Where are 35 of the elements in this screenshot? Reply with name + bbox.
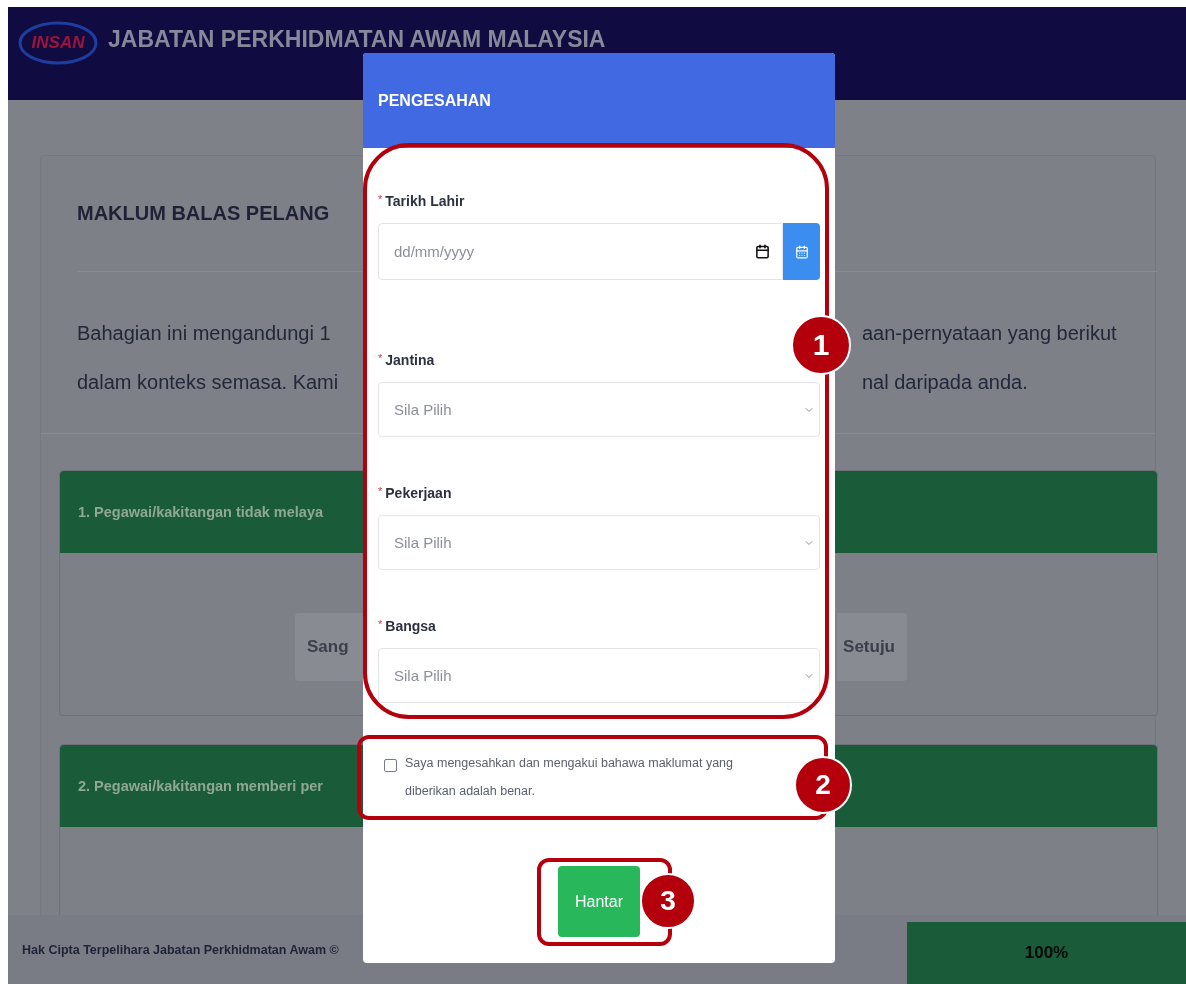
date-field[interactable]: dd/mm/yyyy [378, 223, 783, 280]
select-field[interactable]: Sila Pilih [378, 515, 820, 570]
intro-text: nal daripada anda. [861, 371, 1028, 393]
select-field[interactable]: Sila Pilih [378, 648, 820, 703]
intro-text: Bahagian ini mengandungi 1 [77, 321, 332, 346]
step-badge: 3 [640, 873, 696, 929]
intro-text: aan-pernyataan yang berikut [861, 322, 1117, 344]
calendar-button[interactable] [783, 223, 820, 280]
required-mark: * [378, 352, 383, 364]
calendar-icon[interactable] [755, 244, 770, 259]
question-title: 1. Pegawai/kakitangan tidak melaya [77, 504, 323, 520]
consent-text: Saya mengesahkan dan mengakui bahawa maklumat yang diberikan adalah benar. [405, 755, 734, 800]
copyright-text: Hak Cipta Terpelihara Jabatan Perkhidmatan Awam © [21, 942, 339, 957]
step-badge: 1 [791, 315, 851, 375]
answer-button[interactable]: Setuju [837, 613, 907, 681]
field-label: Tarikh Lahir [385, 193, 465, 209]
logo: INSAN [18, 21, 98, 65]
calendar-icon [794, 244, 809, 259]
field-label: Jantina [385, 352, 435, 368]
required-mark: * [378, 485, 383, 497]
question-title: 2. Pegawai/kakitangan memberi per [77, 778, 323, 794]
progress-text: 100% [1024, 943, 1069, 963]
consent-checkbox[interactable] [384, 759, 397, 772]
site-title: JABATAN PERKHIDMATAN AWAM MALAYSIA [108, 25, 606, 54]
intro-text: dalam konteks semasa. Kami [77, 370, 340, 395]
field-label: Pekerjaan [385, 485, 452, 501]
required-mark: * [378, 618, 383, 630]
field-label: Bangsa [385, 618, 436, 634]
answer-button[interactable]: Sang [295, 613, 365, 681]
step-badge: 2 [794, 756, 852, 814]
submit-button[interactable]: Hantar [558, 866, 640, 937]
dialog-title: PENGESAHAN [378, 91, 491, 110]
required-mark: * [378, 193, 383, 205]
select-field[interactable]: Sila Pilih [378, 382, 820, 437]
page-heading: MAKLUM BALAS PELANG [77, 202, 330, 225]
